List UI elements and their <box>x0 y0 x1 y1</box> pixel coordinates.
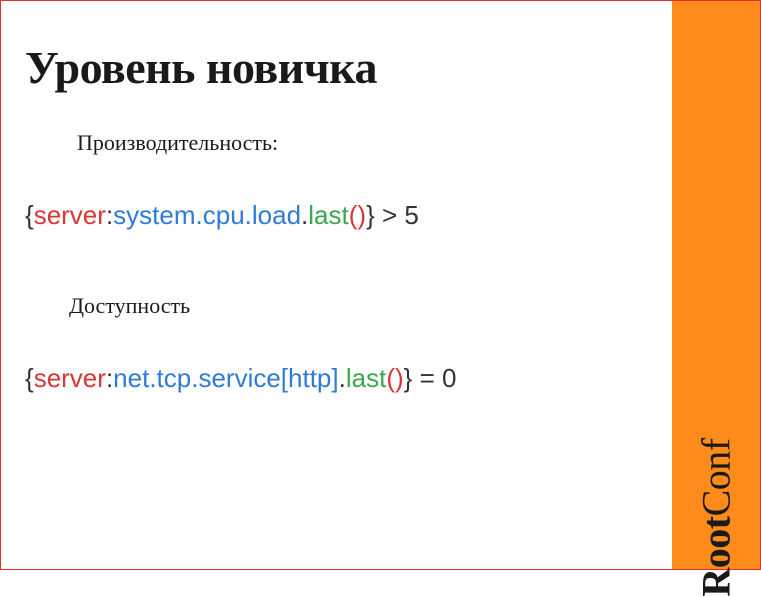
expression-2: {server:net.tcp.service[http].last()} = … <box>25 363 648 394</box>
paren-close: ) <box>395 363 404 393</box>
brace-close: } <box>366 200 375 230</box>
brace-open: { <box>25 200 34 230</box>
paren-close: ) <box>357 200 366 230</box>
operator-tail: = 0 <box>412 363 456 393</box>
dot: . <box>339 363 346 393</box>
operator-tail: > 5 <box>375 200 419 230</box>
slide-title: Уровень новичка <box>25 41 648 94</box>
section2-label: Доступность <box>69 293 648 319</box>
paren-open: ( <box>386 363 395 393</box>
func-token: last <box>308 200 348 230</box>
expression-1: {server:system.cpu.load.last()} > 5 <box>25 200 648 231</box>
server-token: server <box>34 200 106 230</box>
key-token: net.tcp.service[http] <box>113 363 338 393</box>
brand-logo: RootConf <box>693 438 740 596</box>
brand-bold: Root <box>694 516 739 596</box>
slide-content: Уровень новичка Производительность: {ser… <box>1 1 672 569</box>
brace-open: { <box>25 363 34 393</box>
brand-light: Conf <box>694 438 739 516</box>
brand-sidebar: RootConf <box>672 1 760 569</box>
section1-label: Производительность: <box>77 130 648 156</box>
server-token: server <box>34 363 106 393</box>
key-token: system.cpu.load <box>113 200 301 230</box>
func-token: last <box>346 363 386 393</box>
